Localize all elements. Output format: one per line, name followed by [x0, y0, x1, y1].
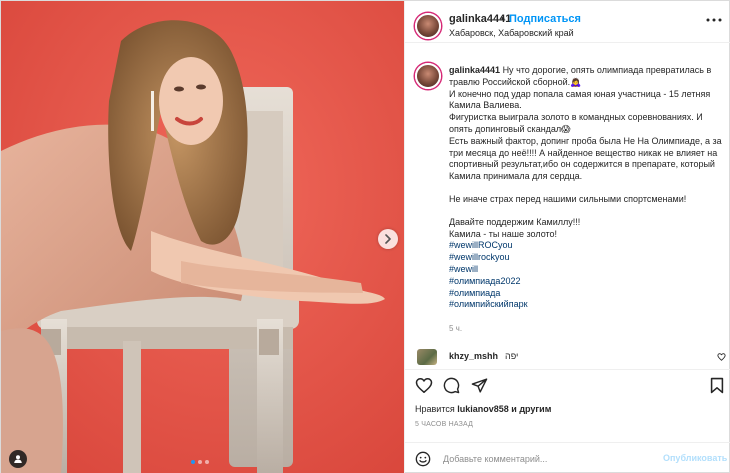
hashtag-link[interactable]: #олимпиада — [449, 288, 725, 300]
likes-others[interactable]: и другим — [511, 404, 551, 414]
chevron-right-icon — [385, 234, 391, 244]
post-photo[interactable] — [1, 1, 404, 473]
action-bar — [405, 369, 730, 401]
hashtag-link[interactable]: #олимпийскийпарк — [449, 299, 725, 311]
add-comment-input[interactable] — [443, 451, 653, 467]
user-tag-icon — [14, 455, 22, 463]
carousel-indicator — [191, 460, 209, 464]
caption-line: Не иначе страх перед нашими сильными спо… — [449, 193, 687, 204]
likes-line: Нравится lukianov858 и другим — [415, 404, 551, 414]
carousel-dot — [198, 460, 202, 464]
comment-row: khzy_mshh יפה — [405, 349, 730, 365]
caption-line: И конечно под удар попала самая юная уча… — [449, 88, 711, 111]
comment-icon[interactable] — [443, 377, 460, 394]
hashtag-link[interactable]: #wewillROCyou — [449, 240, 725, 252]
post-dialog: galinka4441 • Подписаться Хабаровск, Хаб… — [0, 0, 730, 473]
publish-button[interactable]: Опубликовать — [663, 453, 727, 463]
header-separator: • — [501, 13, 505, 25]
post-header: galinka4441 • Подписаться Хабаровск, Хаб… — [405, 1, 730, 43]
tagged-users-button[interactable] — [9, 450, 27, 468]
smiley-icon[interactable] — [415, 451, 431, 467]
bookmark-icon[interactable] — [710, 377, 724, 394]
paper-plane-icon[interactable] — [471, 377, 488, 394]
hashtag-link[interactable]: #wewill — [449, 264, 725, 276]
photo-illustration — [1, 1, 404, 473]
more-horizontal-icon[interactable] — [705, 13, 723, 27]
hashtag-link[interactable]: #wewillrockyou — [449, 252, 725, 264]
comment-username[interactable]: khzy_mshh — [449, 351, 498, 361]
carousel-dot — [191, 460, 195, 464]
caption-text: galinka4441 Ну что дорогие, опять олимпи… — [449, 65, 725, 311]
next-slide-button[interactable] — [378, 229, 398, 249]
caption-line: Давайте поддержим Камиллу!!! — [449, 216, 581, 227]
hashtag-link[interactable]: #олимпиада2022 — [449, 276, 725, 288]
carousel-dot — [205, 460, 209, 464]
likes-prefix: Нравится — [415, 404, 455, 414]
heart-icon[interactable] — [415, 377, 433, 394]
caption-time[interactable]: 5 ч. — [449, 324, 462, 333]
author-avatar[interactable] — [415, 13, 441, 39]
caption-line: Фигуристка выиграла золото в командных с… — [449, 112, 703, 134]
comment-text: יפה — [505, 351, 519, 361]
caption-username[interactable]: galinka4441 — [449, 65, 500, 75]
comment-avatar[interactable] — [417, 349, 437, 365]
caption-avatar[interactable] — [415, 63, 441, 89]
caption-line: galinka4441 Ну что дорогие, опять олимпи… — [449, 65, 725, 89]
heart-icon[interactable] — [717, 353, 726, 361]
post-location[interactable]: Хабаровск, Хабаровский край — [449, 28, 574, 38]
post-side-panel: galinka4441 • Подписаться Хабаровск, Хаб… — [404, 1, 730, 473]
post-timestamp[interactable]: 5 ЧАСОВ НАЗАД — [415, 421, 473, 428]
add-comment-bar: Опубликовать — [405, 442, 730, 473]
follow-button[interactable]: Подписаться — [509, 13, 581, 25]
likes-user[interactable]: lukianov858 — [457, 404, 509, 414]
caption-line: Есть важный фактор, допинг проба была Не… — [449, 135, 722, 182]
caption-line: Камила - ты наше золото! — [449, 228, 558, 239]
